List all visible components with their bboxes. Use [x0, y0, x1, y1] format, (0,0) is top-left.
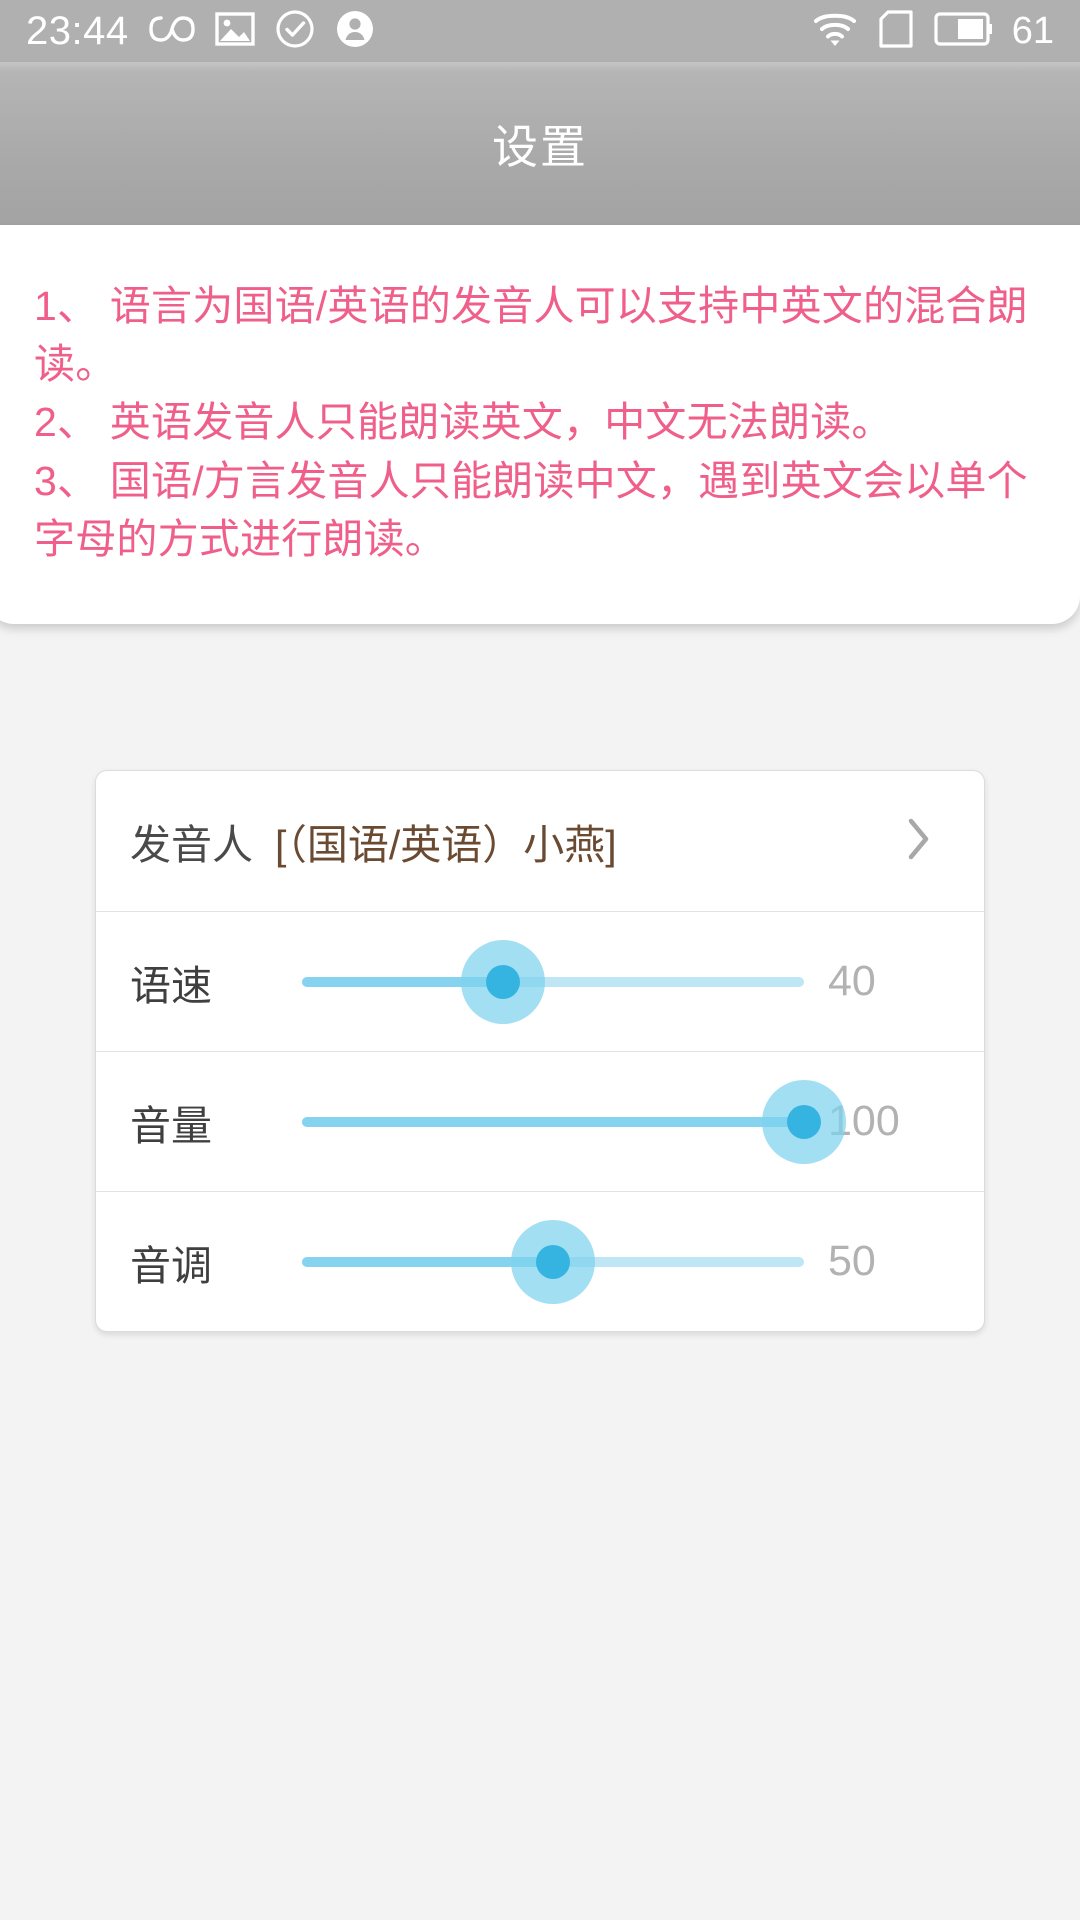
speech-rate-thumb-dot — [485, 964, 520, 999]
chevron-right-icon[interactable] — [906, 817, 932, 866]
sim-card-icon — [878, 9, 914, 54]
speech-rate-slider[interactable] — [302, 912, 804, 1052]
speech-rate-thumb[interactable] — [460, 939, 545, 1024]
pitch-label: 音调 — [130, 1242, 212, 1289]
voice-picker-row[interactable]: 发音人 [（国语/英语）小燕] — [96, 771, 984, 911]
check-circle-icon — [275, 9, 315, 54]
status-bar-right-group: 61 — [812, 9, 1054, 54]
volume-thumb-dot — [787, 1104, 821, 1139]
photo-icon — [214, 11, 255, 52]
notice-line-2: 2、 英语发音人只能朗读英文，中文无法朗读。 — [34, 399, 893, 446]
volume-slider[interactable] — [302, 1052, 846, 1192]
volume-label: 音量 — [130, 1102, 212, 1149]
pitch-thumb[interactable] — [511, 1219, 595, 1304]
notice-line-1: 1、 语言为国语/英语的发音人可以支持中英文的混合朗读。 — [34, 283, 1028, 388]
app-title-bar: 设置 — [0, 62, 1080, 225]
pitch-row[interactable]: 音调 50 — [96, 1191, 984, 1331]
status-bar: 23:44 61 — [0, 0, 1080, 62]
status-bar-left-group: 23:44 — [26, 9, 375, 54]
pitch-slider[interactable] — [302, 1192, 804, 1332]
infinity-icon — [148, 12, 195, 51]
voice-picker-label: 发音人 — [130, 822, 253, 868]
voice-picker-value: [（国语/英语）小燕] — [275, 822, 617, 868]
speech-rate-row[interactable]: 语速 40 — [96, 911, 984, 1051]
notice-card: 1、 语言为国语/英语的发音人可以支持中英文的混合朗读。 2、 英语发音人只能朗… — [0, 225, 1080, 625]
battery-percent-label: 61 — [1011, 10, 1054, 52]
notice-line-3: 3、 国语/方言发音人只能朗读中文，遇到英文会以单个字母的方式进行朗读。 — [34, 457, 1028, 562]
account-circle-icon — [335, 9, 375, 54]
speech-rate-label: 语速 — [130, 962, 212, 1009]
page-title: 设置 — [492, 120, 588, 173]
wifi-icon — [812, 10, 858, 53]
volume-row[interactable]: 音量 100 — [96, 1051, 984, 1191]
pitch-value: 50 — [828, 1237, 876, 1285]
volume-track-fill — [302, 1116, 804, 1127]
volume-thumb[interactable] — [762, 1079, 846, 1164]
settings-card: 发音人 [（国语/英语）小燕] 语速 40 音量 100 音调 50 — [95, 770, 985, 1332]
pitch-thumb-dot — [536, 1244, 570, 1279]
speech-rate-value: 40 — [828, 957, 876, 1005]
status-bar-clock: 23:44 — [26, 9, 129, 53]
battery-icon — [934, 11, 992, 52]
